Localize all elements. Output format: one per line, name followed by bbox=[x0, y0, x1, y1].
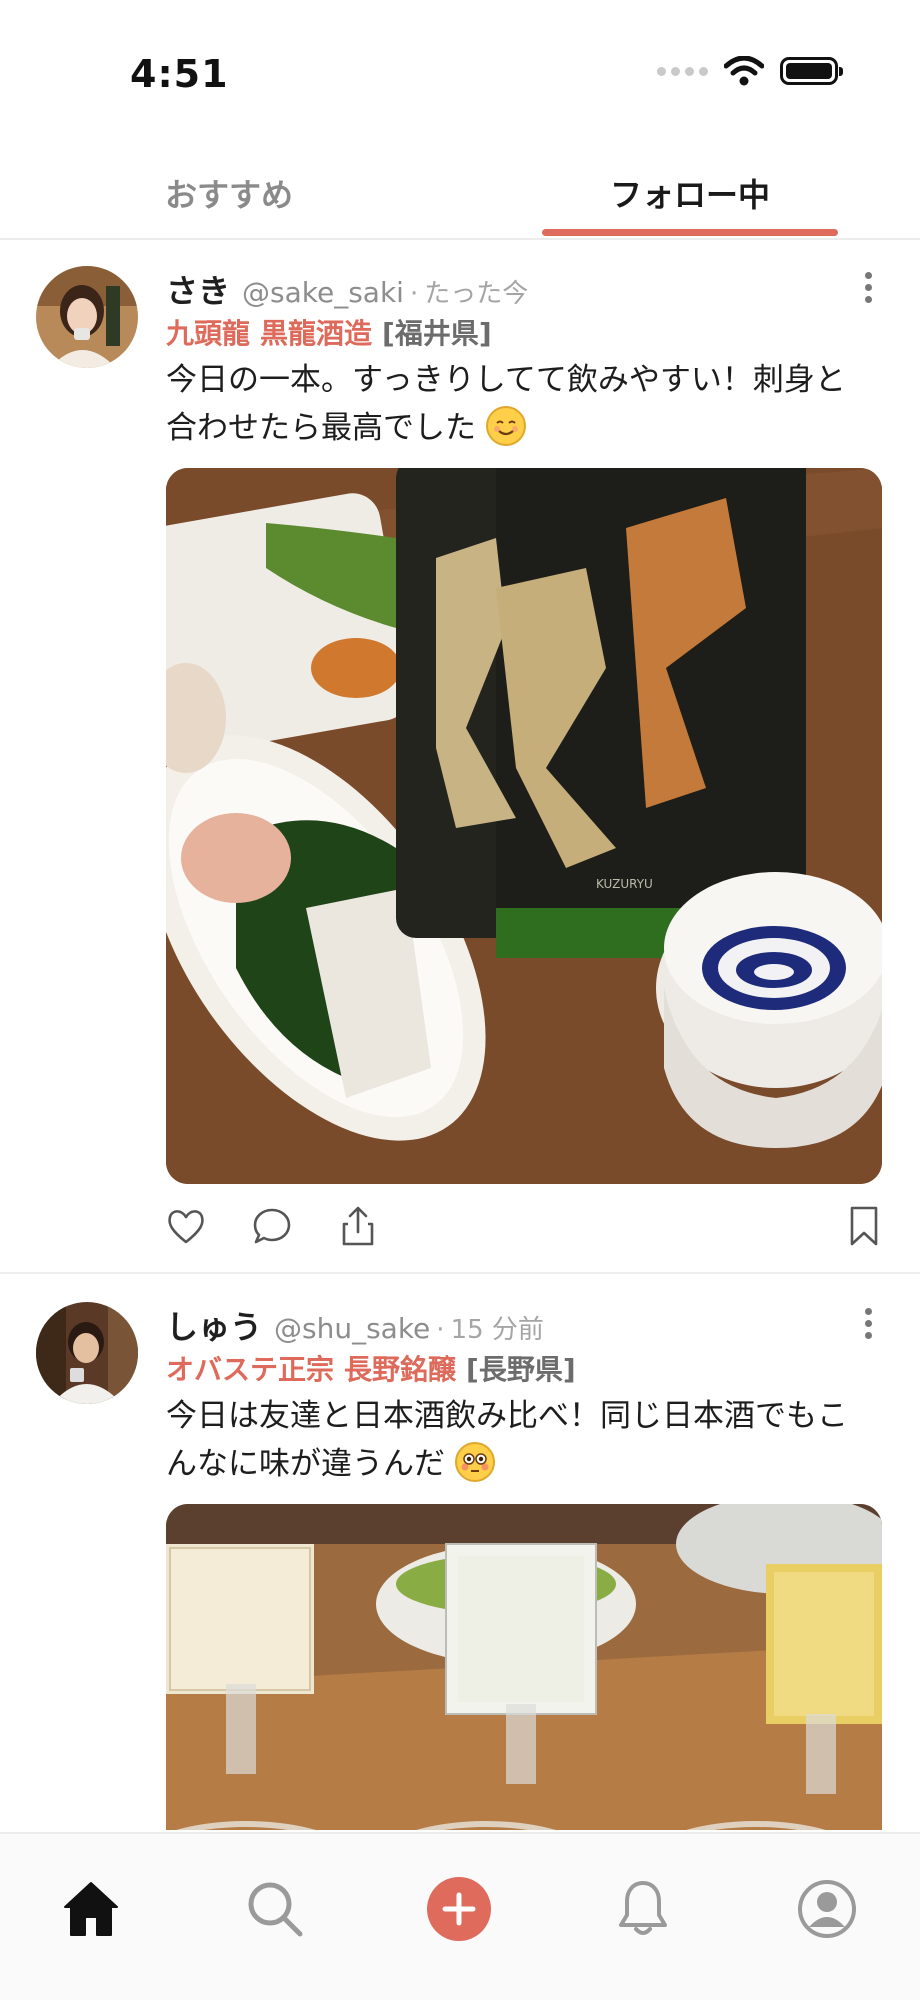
separator: · bbox=[409, 279, 419, 309]
more-options-icon[interactable] bbox=[862, 272, 874, 306]
post-photo[interactable] bbox=[166, 1504, 882, 1830]
brewery-link[interactable]: 長野銘醸 bbox=[344, 1348, 456, 1388]
sake-info: 九頭龍 黒龍酒造 [福井県] bbox=[166, 312, 492, 352]
home-icon[interactable] bbox=[56, 1874, 126, 1944]
sake-info: オバステ正宗 長野銘醸 [長野県] bbox=[166, 1348, 576, 1388]
post-header: しゅう @shu_sake · 15 分前 bbox=[166, 1302, 886, 1346]
sake-tasting-photo bbox=[166, 1504, 882, 1830]
user-name[interactable]: しゅう bbox=[166, 1302, 262, 1348]
post-actions bbox=[166, 1204, 886, 1248]
bookmark-icon[interactable] bbox=[844, 1204, 884, 1248]
post-text: 今日は友達と日本酒飲み比べ！同じ日本酒でもこ んなに味が違うんだ bbox=[166, 1392, 886, 1488]
battery-icon bbox=[780, 57, 843, 85]
svg-text:KUZURYU: KUZURYU bbox=[596, 877, 653, 891]
post-photo[interactable]: KUZURYU bbox=[166, 468, 882, 1184]
user-handle[interactable]: @sake_saki bbox=[242, 276, 404, 309]
feed-post[interactable]: さき @sake_saki · たった今 九頭龍 黒龍酒造 [福井県] 今日の一… bbox=[0, 242, 920, 1274]
tab-recommended[interactable]: おすすめ bbox=[165, 170, 293, 216]
feed-post[interactable]: しゅう @shu_sake · 15 分前 オバステ正宗 長野銘醸 [長野県] … bbox=[0, 1278, 920, 1830]
flushed-face-emoji-icon bbox=[454, 1442, 495, 1482]
like-icon[interactable] bbox=[166, 1204, 206, 1248]
bottom-navigation bbox=[0, 1832, 920, 2000]
post-text: 今日の一本。すっきりしてて飲みやすい！刺身と 合わせたら最高でした bbox=[166, 356, 886, 452]
post-header: さき @sake_saki · たった今 bbox=[166, 266, 886, 310]
search-icon[interactable] bbox=[240, 1874, 310, 1944]
comment-icon[interactable] bbox=[252, 1204, 292, 1248]
post-text-line: 今日の一本。すっきりしてて飲みやすい！刺身と bbox=[166, 362, 846, 398]
post-text-line: 合わせたら最高でした bbox=[166, 410, 476, 446]
status-bar: 4:51 bbox=[0, 0, 920, 140]
share-icon[interactable] bbox=[338, 1204, 378, 1248]
status-icons bbox=[657, 56, 843, 86]
prefecture-label: [長野県] bbox=[466, 1353, 576, 1386]
post-text-line: 今日は友達と日本酒飲み比べ！同じ日本酒でもこ bbox=[166, 1398, 848, 1434]
post-text-line: んなに味が違うんだ bbox=[166, 1446, 445, 1482]
smiling-face-emoji-icon bbox=[485, 406, 526, 446]
add-post-icon[interactable] bbox=[424, 1874, 494, 1944]
post-time: たった今 bbox=[424, 279, 529, 309]
sake-name-link[interactable]: 九頭龍 bbox=[166, 312, 250, 352]
sake-bottle-photo: KUZURYU bbox=[166, 468, 882, 1184]
profile-icon[interactable] bbox=[792, 1874, 862, 1944]
separator: · bbox=[436, 1315, 445, 1345]
cellular-signal-icon bbox=[657, 66, 708, 76]
brewery-link[interactable]: 黒龍酒造 bbox=[260, 312, 372, 352]
bell-icon[interactable] bbox=[608, 1874, 678, 1944]
feed-tabs: おすすめ フォロー中 bbox=[0, 150, 920, 240]
avatar[interactable] bbox=[36, 1302, 138, 1404]
wifi-icon bbox=[724, 56, 764, 86]
sake-name-link[interactable]: オバステ正宗 bbox=[166, 1348, 334, 1388]
status-time: 4:51 bbox=[130, 52, 229, 96]
more-options-icon[interactable] bbox=[862, 1308, 874, 1342]
post-time: 15 分前 bbox=[450, 1315, 544, 1345]
active-tab-indicator bbox=[542, 229, 838, 236]
user-handle[interactable]: @shu_sake bbox=[274, 1312, 430, 1345]
tab-following[interactable]: フォロー中 bbox=[610, 170, 770, 216]
avatar[interactable] bbox=[36, 266, 138, 368]
prefecture-label: [福井県] bbox=[382, 317, 492, 350]
user-name[interactable]: さき bbox=[166, 266, 230, 312]
